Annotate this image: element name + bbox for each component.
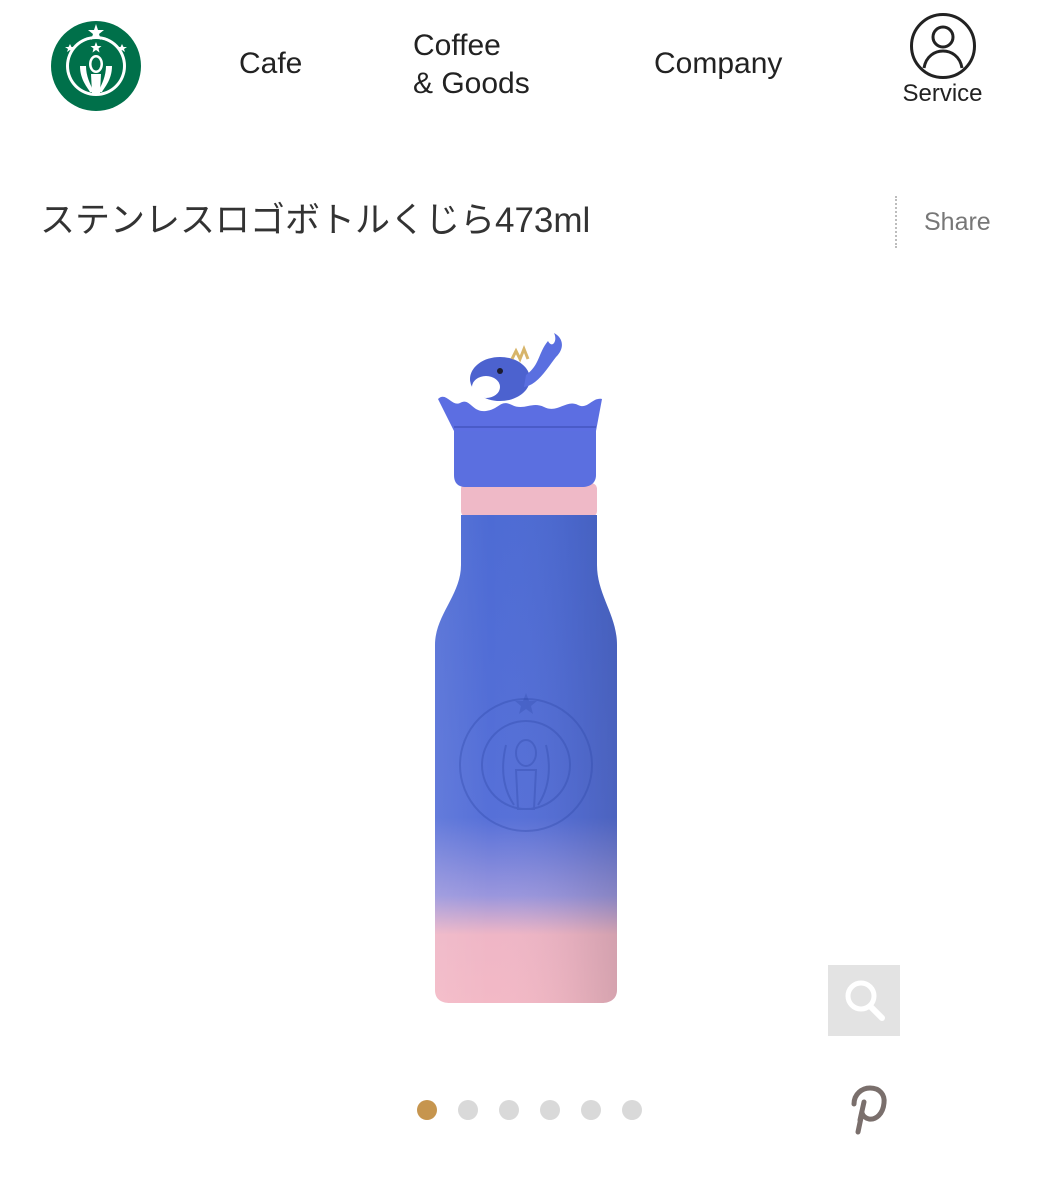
product-title: ステンレスロゴボトルくじら473ml xyxy=(40,201,591,240)
nav-coffee-goods-line1: Coffee xyxy=(413,29,501,62)
carousel-dot[interactable] xyxy=(540,1100,560,1120)
nav-cafe[interactable]: Cafe xyxy=(239,45,302,83)
site-header: Cafe Coffee & Goods Company Service xyxy=(0,0,1058,140)
zoom-button[interactable] xyxy=(828,965,900,1036)
service-button[interactable]: Service xyxy=(895,12,990,112)
magnifier-icon xyxy=(845,980,885,1021)
nav-coffee-goods[interactable]: Coffee & Goods xyxy=(413,27,530,103)
starbucks-logo[interactable] xyxy=(50,20,142,112)
carousel-dot[interactable] xyxy=(622,1100,642,1120)
pinterest-icon[interactable] xyxy=(840,1082,890,1137)
share-button[interactable]: Share xyxy=(924,207,991,237)
product-image[interactable] xyxy=(420,315,620,1005)
nav-coffee-goods-line2: & Goods xyxy=(413,67,530,100)
carousel-dot[interactable] xyxy=(417,1100,437,1120)
carousel-dot[interactable] xyxy=(581,1100,601,1120)
carousel-dot[interactable] xyxy=(499,1100,519,1120)
carousel-dot[interactable] xyxy=(458,1100,478,1120)
share-divider xyxy=(895,196,897,248)
carousel-dots xyxy=(417,1100,657,1120)
user-icon xyxy=(909,13,976,79)
service-label: Service xyxy=(902,80,983,107)
nav-company[interactable]: Company xyxy=(654,45,782,83)
